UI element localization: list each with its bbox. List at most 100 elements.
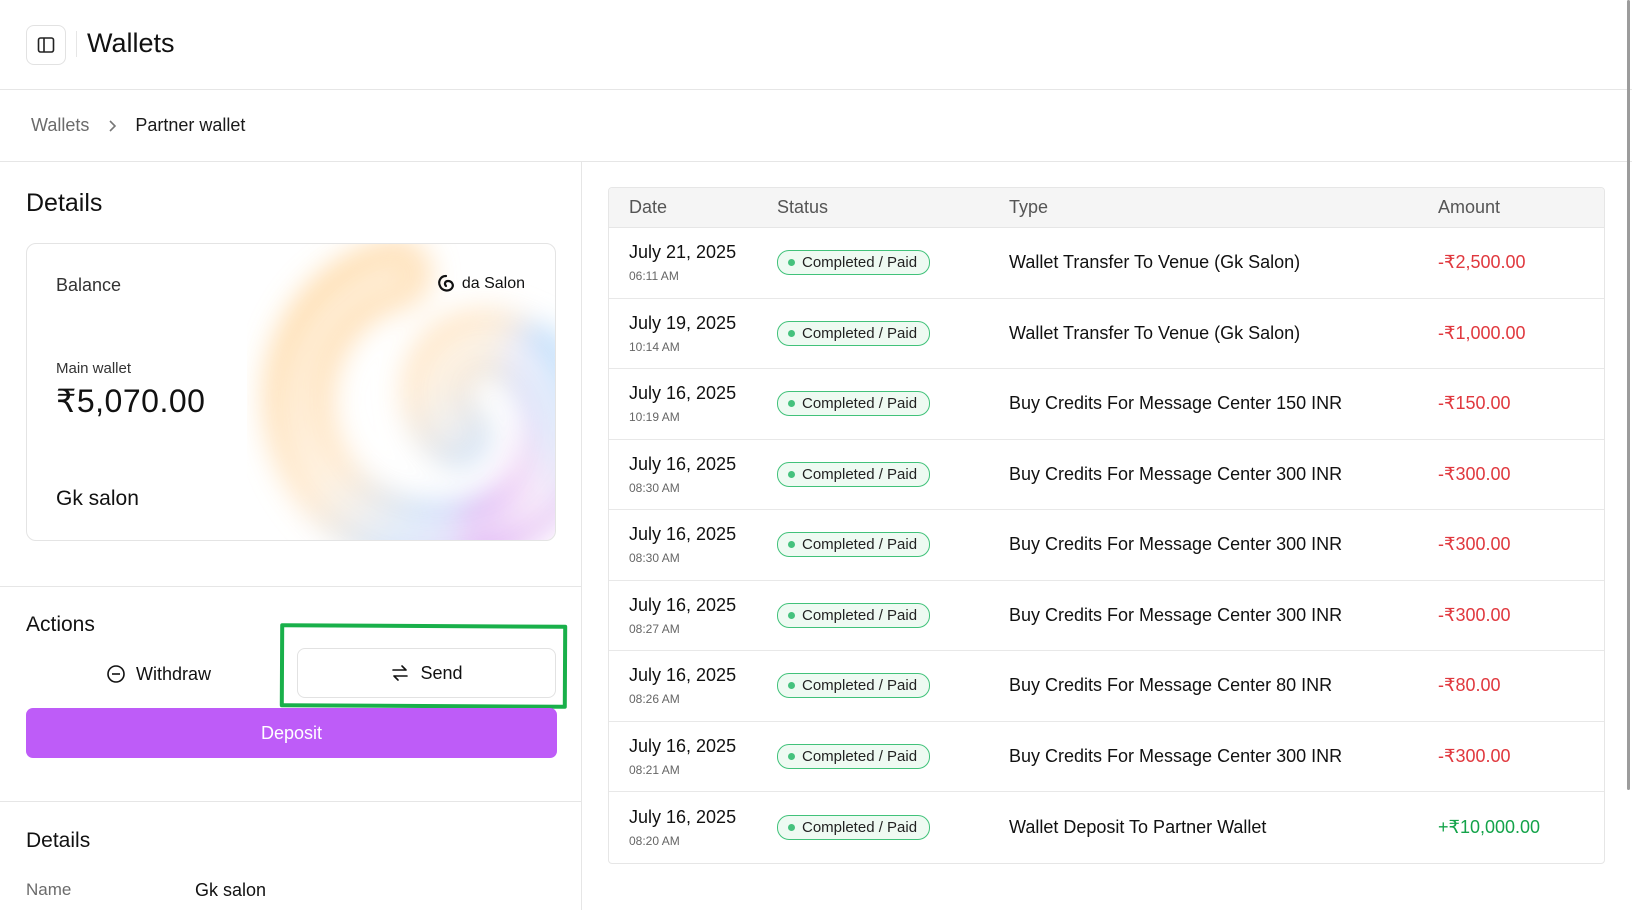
table-row[interactable]: July 16, 2025 08:30 AM Completed / Paid Buy… bbox=[609, 510, 1604, 581]
send-label: Send bbox=[420, 662, 463, 683]
table-row[interactable]: July 16, 2025 08:21 AM Completed / Paid Buy… bbox=[609, 722, 1604, 792]
wallet-balance-amount: ₹5,070.00 bbox=[56, 383, 206, 419]
header-date: Date bbox=[629, 197, 668, 217]
row-status-cell: Completed / Paid bbox=[777, 673, 1009, 699]
status-dot-icon bbox=[788, 682, 795, 690]
row-date: July 21, 2025 bbox=[629, 242, 737, 263]
sidebar-toggle-button[interactable] bbox=[26, 25, 66, 65]
row-date-cell: July 16, 2025 08:20 AM bbox=[609, 807, 777, 848]
table-row[interactable]: July 16, 2025 10:19 AM Completed / Paid Buy… bbox=[609, 369, 1604, 440]
row-date: July 19, 2025 bbox=[629, 312, 737, 333]
row-date-cell: July 16, 2025 08:27 AM bbox=[609, 595, 777, 636]
wallet-card: Balance da Salon Main wallet ₹5,070.00 G… bbox=[26, 243, 556, 541]
row-status-cell: Completed / Paid bbox=[777, 391, 1009, 417]
send-button[interactable]: Send bbox=[297, 648, 556, 698]
row-time: 10:14 AM bbox=[629, 339, 680, 354]
status-text: Completed / Paid bbox=[802, 536, 918, 554]
row-time: 08:30 AM bbox=[629, 551, 680, 566]
status-text: Completed / Paid bbox=[802, 747, 918, 765]
row-amount: -₹300.00 bbox=[1438, 604, 1511, 625]
main-wallet-label: Main wallet bbox=[56, 360, 132, 377]
row-type: Wallet Transfer To Venue (Gk Salon) bbox=[1009, 322, 1301, 343]
table-row[interactable]: July 16, 2025 08:27 AM Completed / Paid Buy… bbox=[609, 581, 1604, 651]
table-header: Date Status Type Amount bbox=[609, 188, 1604, 228]
table-row[interactable]: July 21, 2025 06:11 AM Completed / Paid Wal… bbox=[609, 228, 1604, 299]
row-date: July 16, 2025 bbox=[629, 453, 737, 474]
breadcrumb: Wallets Partner wallet bbox=[0, 90, 1632, 162]
status-dot-icon bbox=[788, 470, 795, 478]
row-type: Buy Credits For Message Center 300 INR bbox=[1009, 534, 1343, 555]
row-type: Buy Credits For Message Center 150 INR bbox=[1009, 393, 1343, 414]
table-row[interactable]: July 16, 2025 08:30 AM Completed / Paid Buy… bbox=[609, 440, 1604, 510]
status-badge: Completed / Paid bbox=[777, 250, 931, 276]
breadcrumb-current: Partner wallet bbox=[135, 115, 246, 135]
status-badge: Completed / Paid bbox=[777, 814, 931, 840]
status-text: Completed / Paid bbox=[802, 677, 918, 695]
brand-swirl-icon bbox=[437, 274, 454, 292]
table-body: July 21, 2025 06:11 AM Completed / Paid Wal… bbox=[609, 228, 1604, 863]
table-row[interactable]: July 16, 2025 08:20 AM Completed / Paid Wal… bbox=[609, 792, 1604, 863]
row-date-cell: July 16, 2025 10:19 AM bbox=[609, 383, 777, 424]
row-date-cell: July 19, 2025 10:14 AM bbox=[609, 313, 777, 354]
row-type: Wallet Transfer To Venue (Gk Salon) bbox=[1009, 252, 1301, 273]
row-amount: -₹80.00 bbox=[1438, 675, 1501, 696]
minus-circle-icon bbox=[107, 665, 125, 683]
status-text: Completed / Paid bbox=[802, 254, 918, 272]
breadcrumb-wallets-link[interactable]: Wallets bbox=[31, 115, 89, 136]
status-dot-icon bbox=[788, 541, 795, 549]
details-info-heading: Details bbox=[26, 829, 91, 852]
details-heading: Details bbox=[26, 189, 103, 217]
row-time: 10:19 AM bbox=[629, 410, 680, 425]
row-date: July 16, 2025 bbox=[629, 735, 737, 756]
row-type: Buy Credits For Message Center 80 INR bbox=[1009, 675, 1333, 696]
row-type: Buy Credits For Message Center 300 INR bbox=[1009, 604, 1343, 625]
header-amount: Amount bbox=[1438, 197, 1501, 217]
row-time: 08:30 AM bbox=[629, 480, 680, 495]
row-amount: -₹1,000.00 bbox=[1438, 322, 1526, 343]
actions-heading: Actions bbox=[26, 613, 95, 636]
row-date-cell: July 16, 2025 08:30 AM bbox=[609, 524, 777, 565]
transactions-table: Date Status Type Amount July 21, 2025 06:… bbox=[608, 187, 1605, 864]
status-badge: Completed / Paid bbox=[777, 602, 931, 628]
row-time: 06:11 AM bbox=[629, 269, 679, 284]
status-text: Completed / Paid bbox=[802, 465, 918, 483]
status-text: Completed / Paid bbox=[802, 395, 918, 413]
status-dot-icon bbox=[788, 259, 795, 267]
row-type: Buy Credits For Message Center 300 INR bbox=[1009, 745, 1343, 766]
row-date-cell: July 21, 2025 06:11 AM bbox=[609, 242, 777, 283]
row-amount: -₹300.00 bbox=[1438, 745, 1511, 766]
brand-name: da Salon bbox=[461, 275, 525, 292]
page-title: Wallets bbox=[87, 28, 175, 58]
row-date-cell: July 16, 2025 08:21 AM bbox=[609, 736, 777, 777]
wallet-details-panel: Details Balance da Salon Main wallet ₹5,… bbox=[0, 162, 582, 910]
row-date-cell: July 16, 2025 08:30 AM bbox=[609, 454, 777, 495]
row-type: Buy Credits For Message Center 300 INR bbox=[1009, 463, 1343, 484]
table-row[interactable]: July 19, 2025 10:14 AM Completed / Paid Wal… bbox=[609, 299, 1604, 369]
status-badge: Completed / Paid bbox=[777, 391, 931, 417]
row-status-cell: Completed / Paid bbox=[777, 461, 1009, 487]
deposit-button[interactable]: Deposit bbox=[26, 708, 557, 758]
table-row[interactable]: July 16, 2025 08:26 AM Completed / Paid Buy… bbox=[609, 651, 1604, 722]
row-time: 08:26 AM bbox=[629, 692, 680, 707]
withdraw-button[interactable]: Withdraw bbox=[26, 648, 291, 700]
page-scrollbar[interactable] bbox=[1627, 0, 1630, 790]
status-badge: Completed / Paid bbox=[777, 461, 931, 487]
status-dot-icon bbox=[788, 752, 795, 760]
status-badge: Completed / Paid bbox=[777, 320, 931, 346]
row-time: 08:21 AM bbox=[629, 762, 680, 777]
wallet-owner-name: Gk salon bbox=[56, 487, 139, 510]
row-date: July 16, 2025 bbox=[629, 806, 737, 827]
status-dot-icon bbox=[788, 400, 795, 408]
header-status: Status bbox=[777, 197, 829, 217]
row-status-cell: Completed / Paid bbox=[777, 814, 1009, 840]
row-date: July 16, 2025 bbox=[629, 524, 737, 545]
row-date: July 16, 2025 bbox=[629, 665, 737, 686]
brand-logo: da Salon bbox=[436, 274, 525, 294]
row-amount: +₹10,000.00 bbox=[1438, 816, 1541, 837]
row-amount: -₹300.00 bbox=[1438, 463, 1511, 484]
row-status-cell: Completed / Paid bbox=[777, 532, 1009, 558]
row-status-cell: Completed / Paid bbox=[777, 743, 1009, 769]
row-type: Wallet Deposit To Partner Wallet bbox=[1009, 816, 1267, 837]
balance-label: Balance bbox=[56, 275, 122, 295]
status-text: Completed / Paid bbox=[802, 324, 918, 342]
